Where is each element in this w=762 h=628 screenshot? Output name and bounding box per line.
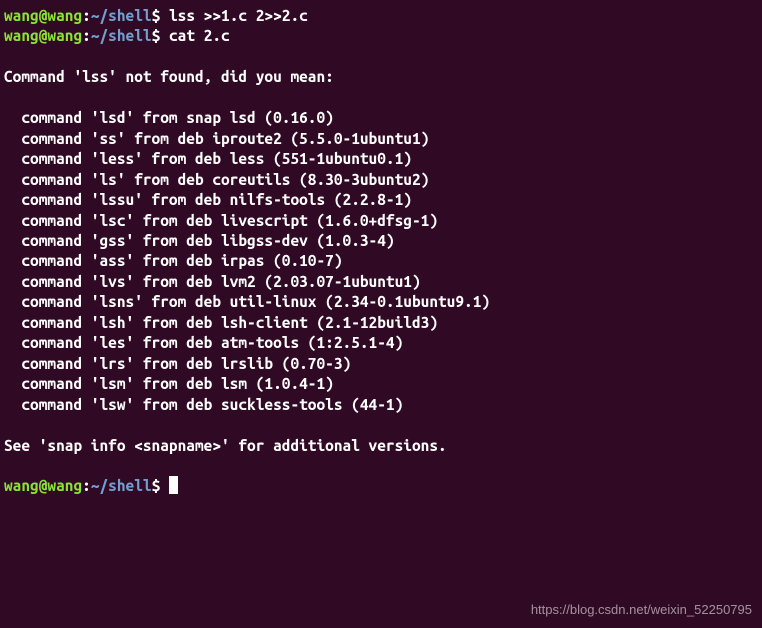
watermark: https://blog.csdn.net/weixin_52250795 (531, 601, 752, 618)
suggestion-line: command 'lsns' from deb util-linux (2.34… (4, 292, 758, 312)
prompt-line-1: wang@wang:~/shell$ lss >>1.c 2>>2.c (4, 6, 758, 26)
colon: : (82, 7, 91, 24)
user-host: wang@wang (4, 7, 82, 24)
suggestion-line: command 'ass' from deb irpas (0.10-7) (4, 251, 758, 271)
prompt-line-2: wang@wang:~/shell$ cat 2.c (4, 26, 758, 46)
command-text (160, 7, 169, 24)
command-2: cat 2.c (169, 27, 230, 44)
suggestion-line: command 'gss' from deb libgss-dev (1.0.3… (4, 231, 758, 251)
colon: : (82, 477, 91, 494)
suggestion-line: command 'lsh' from deb lsh-client (2.1-1… (4, 313, 758, 333)
path: ~/shell (91, 27, 152, 44)
suggestion-line: command 'lsc' from deb livescript (1.6.0… (4, 211, 758, 231)
blank-line (4, 88, 758, 108)
suggestion-line: command 'lvs' from deb lvm2 (2.03.07-1ub… (4, 272, 758, 292)
suggestion-line: command 'lsw' from deb suckless-tools (4… (4, 395, 758, 415)
dollar: $ (152, 477, 161, 494)
suggestion-line: command 'ss' from deb iproute2 (5.5.0-1u… (4, 129, 758, 149)
blank-line (4, 47, 758, 67)
command-1: lss >>1.c 2>>2.c (169, 7, 308, 24)
cursor-icon (169, 476, 178, 494)
command-text (160, 27, 169, 44)
dollar: $ (152, 27, 161, 44)
suggestion-line: command 'les' from deb atm-tools (1:2.5.… (4, 333, 758, 353)
path: ~/shell (91, 477, 152, 494)
footer-text: See 'snap info <snapname>' for additiona… (4, 436, 758, 456)
suggestion-line: command 'ls' from deb coreutils (8.30-3u… (4, 170, 758, 190)
blank-line (4, 456, 758, 476)
suggestion-line: command 'lsm' from deb lsm (1.0.4-1) (4, 374, 758, 394)
error-header: Command 'lss' not found, did you mean: (4, 67, 758, 87)
user-host: wang@wang (4, 27, 82, 44)
user-host: wang@wang (4, 477, 82, 494)
path: ~/shell (91, 7, 152, 24)
suggestion-line: command 'lrs' from deb lrslib (0.70-3) (4, 354, 758, 374)
suggestion-line: command 'less' from deb less (551-1ubunt… (4, 149, 758, 169)
prompt-line-3[interactable]: wang@wang:~/shell$ (4, 476, 758, 496)
blank-line (4, 415, 758, 435)
suggestion-line: command 'lssu' from deb nilfs-tools (2.2… (4, 190, 758, 210)
command-text (160, 477, 169, 494)
colon: : (82, 27, 91, 44)
dollar: $ (152, 7, 161, 24)
suggestion-line: command 'lsd' from snap lsd (0.16.0) (4, 108, 758, 128)
